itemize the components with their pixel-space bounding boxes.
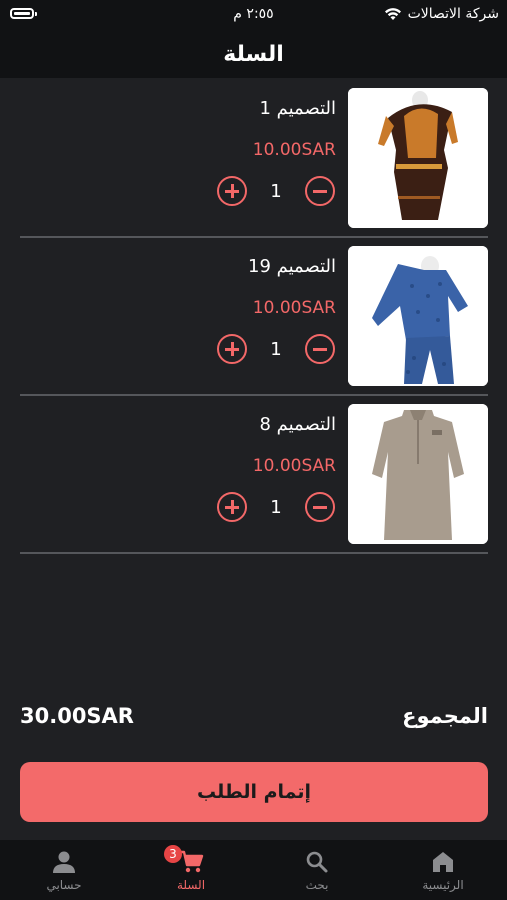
bottom-tab-bar: الرئيسية بحث 3 السلة حسابي — [0, 840, 507, 900]
total-value: 30.00SAR — [20, 704, 134, 728]
product-price: 10.00SAR — [252, 140, 336, 160]
tab-label: السلة — [176, 878, 206, 892]
cart-item: التصميم 8 10.00SAR 1 — [20, 396, 488, 554]
increase-quantity-button[interactable] — [217, 492, 247, 522]
tab-home[interactable]: الرئيسية — [393, 840, 493, 900]
home-icon — [433, 852, 453, 872]
increase-quantity-button[interactable] — [217, 176, 247, 206]
product-image[interactable] — [348, 404, 488, 544]
quantity-stepper: 1 — [217, 490, 335, 524]
tab-account[interactable]: حسابي — [14, 840, 114, 900]
quantity-stepper: 1 — [217, 332, 335, 366]
total-label: المجموع — [402, 704, 488, 728]
quantity-value: 1 — [270, 338, 282, 360]
app-header: السلة — [0, 30, 507, 78]
quantity-value: 1 — [270, 180, 282, 202]
cart-item: التصميم 1 10.00SAR 1 — [20, 80, 488, 238]
product-name: التصميم 8 — [259, 414, 336, 435]
cart-item: التصميم 19 10.00SAR 1 — [20, 238, 488, 396]
cart-total: 30.00SAR المجموع — [20, 702, 488, 736]
product-price: 10.00SAR — [252, 298, 336, 318]
tab-cart[interactable]: 3 السلة — [141, 840, 241, 900]
checkout-button[interactable]: إتمام الطلب — [20, 762, 488, 822]
increase-quantity-button[interactable] — [217, 334, 247, 364]
search-icon — [306, 851, 328, 873]
wifi-icon — [384, 8, 401, 20]
decrease-quantity-button[interactable] — [304, 334, 335, 364]
product-name: التصميم 19 — [248, 256, 336, 277]
status-bar: ٢:٥٥ م شركة الاتصالات — [0, 0, 507, 30]
decrease-quantity-button[interactable] — [304, 492, 335, 522]
quantity-value: 1 — [270, 496, 282, 518]
tab-search[interactable]: بحث — [267, 840, 367, 900]
carrier-name: شركة الاتصالات — [407, 6, 499, 22]
tab-label: حسابي — [46, 878, 82, 892]
decrease-quantity-button[interactable] — [304, 176, 335, 206]
product-image[interactable] — [348, 246, 488, 386]
product-name: التصميم 1 — [259, 98, 336, 119]
product-image[interactable] — [348, 88, 488, 228]
tab-label: الرئيسية — [422, 878, 464, 892]
product-price: 10.00SAR — [252, 456, 336, 476]
quantity-stepper: 1 — [217, 174, 335, 208]
page-title: السلة — [223, 41, 284, 67]
carrier-info: شركة الاتصالات — [384, 6, 499, 22]
cart-count-badge: 3 — [164, 845, 182, 863]
user-icon — [53, 851, 75, 873]
tab-label: بحث — [305, 878, 329, 892]
